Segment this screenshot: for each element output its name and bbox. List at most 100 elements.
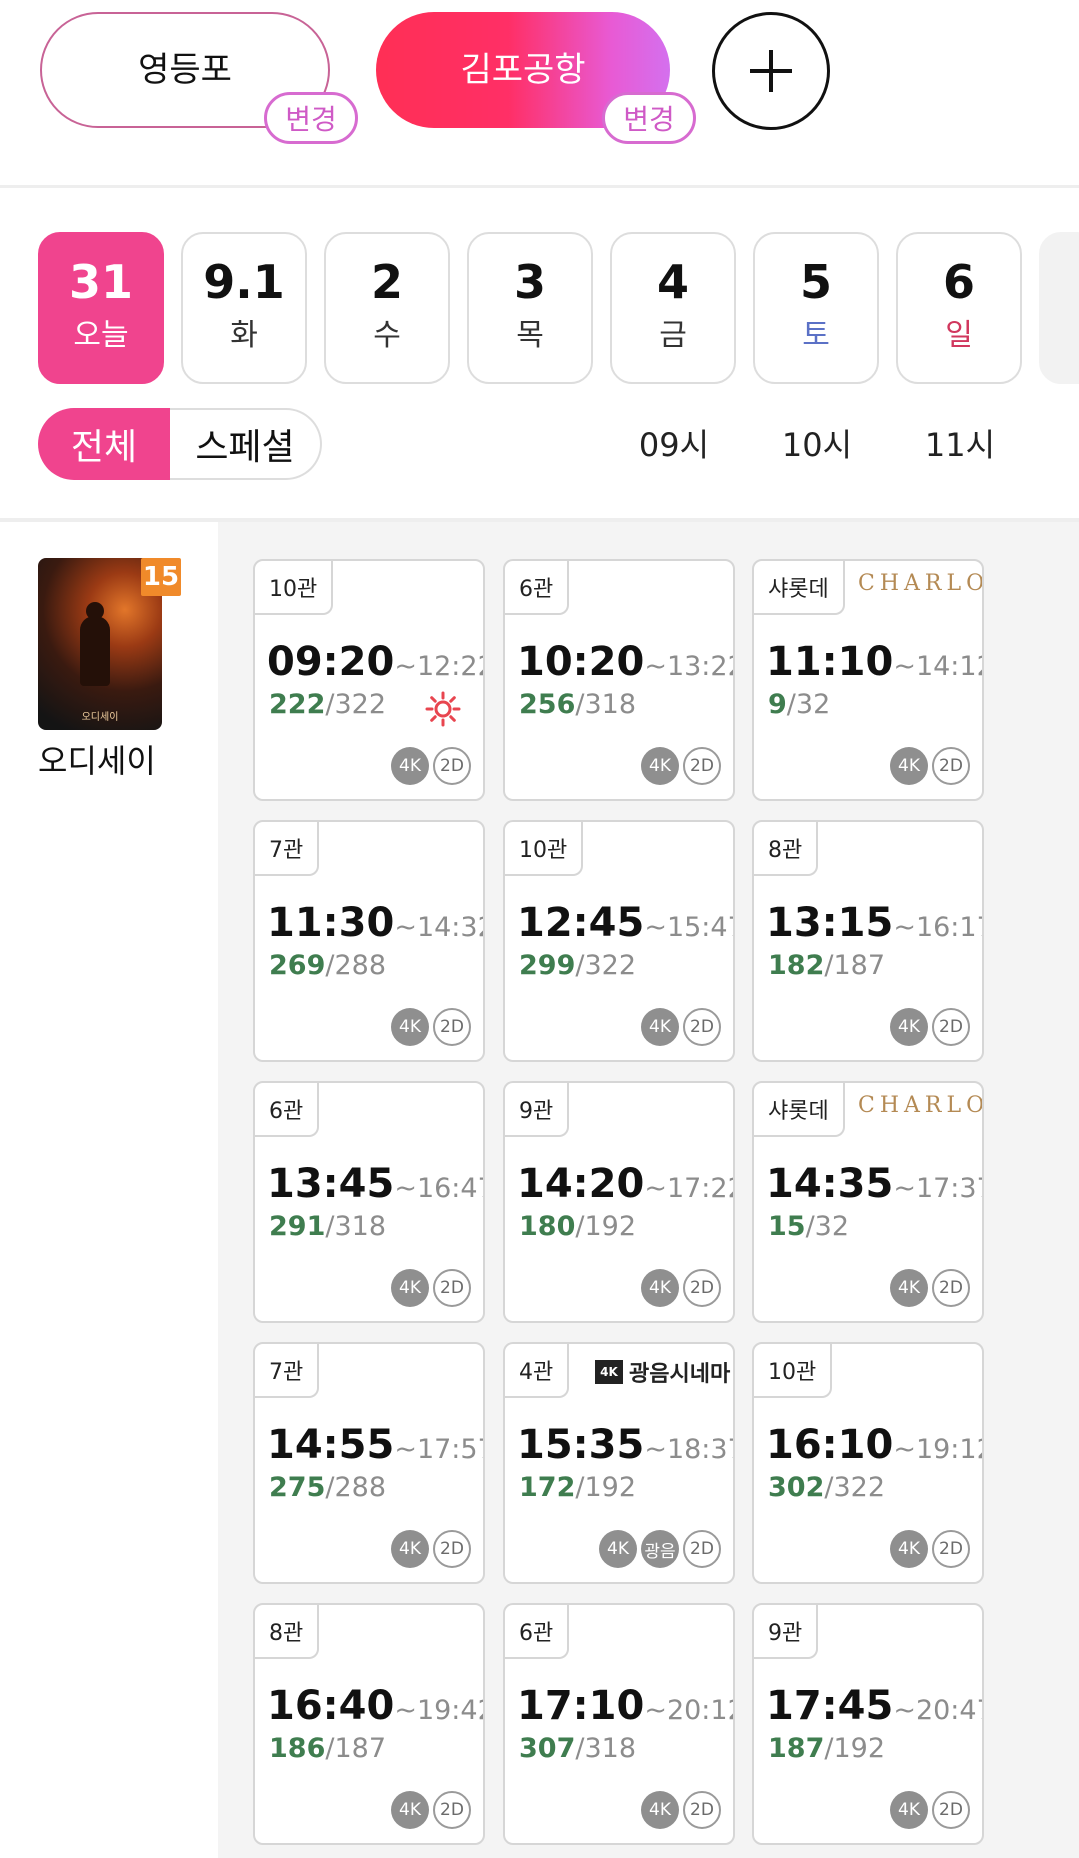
- showtime-times: 16:10~19:12: [766, 1422, 982, 1468]
- showtime-card[interactable]: 7관 14:55~17:57 275/288 4K 2D: [253, 1342, 485, 1584]
- filter-special-tab[interactable]: 스페셜: [170, 408, 322, 480]
- hall-label: 9관: [754, 1605, 819, 1659]
- total-seats: /187: [325, 1733, 387, 1764]
- start-time: 15:35: [517, 1422, 645, 1468]
- showtime-times: 14:35~17:37: [766, 1161, 982, 1207]
- showtime-card[interactable]: 6관 10:20~13:22 256/318 4K 2D: [503, 559, 735, 801]
- hour-tab[interactable]: 10시: [767, 420, 867, 466]
- showtime-card[interactable]: 4관 4K 광음시네마 15:35~18:37 172/192 4K 광음 2D: [503, 1342, 735, 1584]
- start-time: 16:10: [766, 1422, 894, 1468]
- showtime-card[interactable]: 9관 17:45~20:47 187/192 4K 2D: [752, 1603, 984, 1845]
- remaining-seats: 9: [768, 689, 787, 720]
- theater-name: 영등포: [138, 49, 232, 90]
- showtime-card[interactable]: 7관 11:30~14:32 269/288 4K 2D: [253, 820, 485, 1062]
- showtime-card[interactable]: 9관 14:20~17:22 180/192 4K 2D: [503, 1081, 735, 1323]
- date-chip[interactable]: 5 토: [753, 232, 879, 384]
- format-tag: 4K: [641, 1269, 679, 1307]
- showtime-times: 11:30~14:32: [267, 900, 485, 946]
- format-tags: 4K 2D: [641, 747, 721, 785]
- seat-availability: 256/318: [519, 689, 636, 720]
- remaining-seats: 186: [269, 1733, 326, 1764]
- filter-all-tab[interactable]: 전체: [38, 408, 170, 480]
- hall-label: 샤롯데: [754, 1083, 845, 1137]
- remaining-seats: 187: [768, 1733, 825, 1764]
- date-number: 31: [68, 255, 133, 309]
- date-number: 9.1: [203, 255, 285, 309]
- format-tags: 4K 2D: [641, 1008, 721, 1046]
- format-tag: 2D: [433, 1008, 471, 1046]
- theater-name: 김포공항: [460, 49, 586, 90]
- date-chip[interactable]: 31 오늘: [38, 232, 164, 384]
- showtime-card[interactable]: 6관 13:45~16:47 291/318 4K 2D: [253, 1081, 485, 1323]
- showtime-times: 09:20~12:22: [267, 639, 483, 685]
- seat-availability: 307/318: [519, 1733, 636, 1764]
- date-chip-next[interactable]: [1039, 232, 1079, 384]
- age-rating-badge: 15: [141, 558, 181, 596]
- remaining-seats: 269: [269, 950, 326, 981]
- date-number: 6: [942, 255, 975, 309]
- end-time: ~14:12: [893, 651, 984, 682]
- showtime-times: 14:20~17:22: [517, 1161, 733, 1207]
- seat-availability: 172/192: [519, 1472, 636, 1503]
- date-chip[interactable]: 6 일: [896, 232, 1022, 384]
- hall-label: 9관: [505, 1083, 570, 1137]
- total-seats: /192: [824, 1733, 886, 1764]
- total-seats: /192: [575, 1211, 637, 1242]
- showtime-card[interactable]: 샤롯데 CHARLOTTE 14:35~17:37 15/32 4K2D: [752, 1081, 984, 1323]
- format-tag: 4K: [391, 1269, 429, 1307]
- poster-figure: [80, 616, 110, 686]
- hour-tab[interactable]: 09시: [624, 420, 724, 466]
- hall-label: 10관: [505, 822, 584, 876]
- change-theater-button[interactable]: 변경: [602, 92, 696, 144]
- date-weekday: 수: [373, 318, 401, 353]
- format-tag: 2D: [683, 1791, 721, 1829]
- showtime-card[interactable]: 10관 12:45~15:47 299/322 4K 2D: [503, 820, 735, 1062]
- start-time: 17:10: [517, 1683, 645, 1729]
- format-tag: 4K: [890, 1269, 928, 1307]
- total-seats: /192: [575, 1472, 637, 1503]
- hour-tab[interactable]: 11시: [910, 420, 1010, 466]
- date-chip[interactable]: 4 금: [610, 232, 736, 384]
- seat-availability: 182/187: [768, 950, 885, 981]
- movie-info: 오디세이 15 오디세이: [0, 522, 218, 1858]
- hall-label: 6관: [255, 1083, 320, 1137]
- seat-availability: 186/187: [269, 1733, 386, 1764]
- total-seats: /322: [325, 689, 387, 720]
- date-number: 5: [799, 255, 832, 309]
- format-tag: 4K: [641, 1791, 679, 1829]
- remaining-seats: 180: [519, 1211, 576, 1242]
- format-tags: 4K 2D: [890, 1008, 970, 1046]
- showtime-times: 16:40~19:42: [267, 1683, 483, 1729]
- date-chip[interactable]: 2 수: [324, 232, 450, 384]
- showtime-card[interactable]: 샤롯데 CHARLOTTE 11:10~14:12 9/32 4K2D: [752, 559, 984, 801]
- date-chip[interactable]: 9.1 화: [181, 232, 307, 384]
- format-tag: 4K: [890, 1791, 928, 1829]
- format-tags: 4K 2D: [391, 747, 471, 785]
- showtime-card[interactable]: 8관 13:15~16:17 182/187 4K 2D: [752, 820, 984, 1062]
- format-tags: 4K 2D: [391, 1530, 471, 1568]
- seat-availability: 9/32: [768, 689, 830, 720]
- format-tags: 4K 2D: [890, 1530, 970, 1568]
- add-theater-button[interactable]: [712, 12, 830, 130]
- showtime-card[interactable]: 8관 16:40~19:42 186/187 4K 2D: [253, 1603, 485, 1845]
- showtime-card[interactable]: 6관 17:10~20:12 307/318 4K 2D: [503, 1603, 735, 1845]
- date-weekday: 일: [945, 318, 973, 353]
- date-weekday: 화: [230, 318, 258, 353]
- date-chip[interactable]: 3 목: [467, 232, 593, 384]
- end-time: ~14:32: [394, 912, 485, 943]
- remaining-seats: 182: [768, 950, 825, 981]
- start-time: 11:30: [267, 900, 395, 946]
- date-weekday: 토: [802, 318, 830, 353]
- showtime-card[interactable]: 10관 09:20~12:22 222/322 4K 2D: [253, 559, 485, 801]
- format-tag: 2D: [433, 1530, 471, 1568]
- format-tag: 2D: [683, 1530, 721, 1568]
- seat-availability: 299/322: [519, 950, 636, 981]
- format-tag: 2D: [683, 747, 721, 785]
- end-time: ~16:47: [394, 1173, 485, 1204]
- seat-availability: 302/322: [768, 1472, 885, 1503]
- showtime-card[interactable]: 10관 16:10~19:12 302/322 4K 2D: [752, 1342, 984, 1584]
- format-tag: 2D: [433, 747, 471, 785]
- remaining-seats: 302: [768, 1472, 825, 1503]
- change-theater-button[interactable]: 변경: [264, 92, 358, 144]
- charlotte-logo: CHARLOTTE: [858, 571, 982, 596]
